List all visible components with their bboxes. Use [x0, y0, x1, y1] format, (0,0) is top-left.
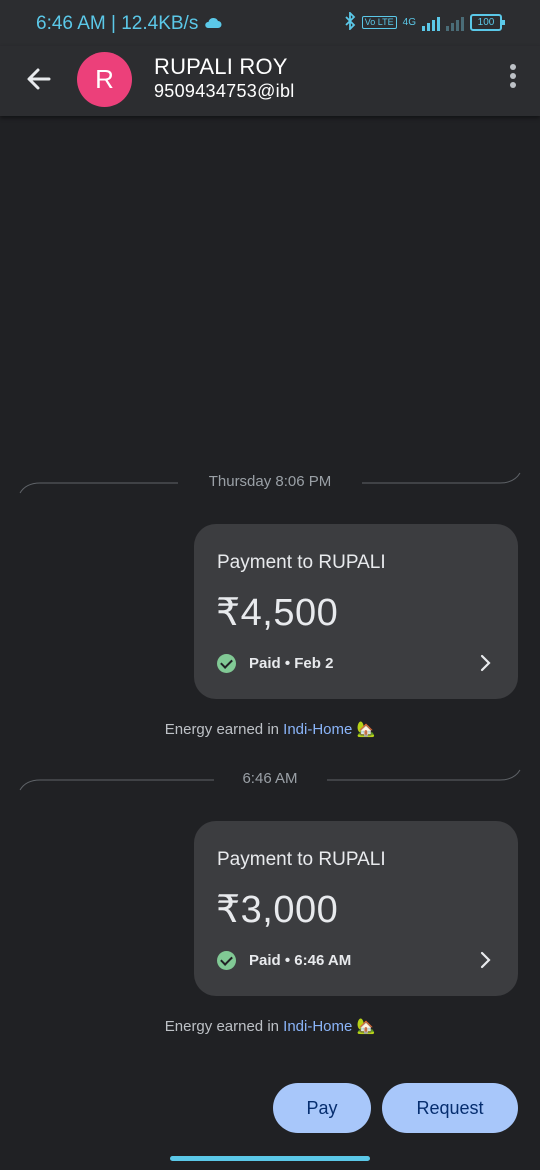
status-time-group: 6:46 AM | 12.4KB/s [36, 13, 222, 35]
energy-link[interactable]: Indi-Home [283, 721, 352, 738]
contact-name[interactable]: RUPALI ROY [154, 54, 288, 80]
check-circle-icon [217, 654, 236, 673]
payment-status-text: Paid • 6:46 AM [249, 952, 352, 969]
payment-status: Paid • Feb 2 [217, 654, 333, 673]
status-net-speed: 12.4KB/s [121, 13, 199, 34]
status-separator: | [111, 13, 122, 34]
date-divider: Thursday 8:06 PM [0, 471, 540, 495]
date-divider-label: Thursday 8:06 PM [208, 473, 332, 490]
app-bar: R RUPALI ROY 9509434753@ibl [0, 46, 540, 116]
status-icons: Vo LTE 4G 100 [344, 10, 505, 33]
payment-amount: ₹3,000 [216, 889, 339, 931]
bluetooth-icon [344, 10, 356, 33]
house-icon: 🏡 [356, 721, 376, 738]
date-divider-label: 6:46 AM [242, 770, 298, 787]
energy-earned-note: Energy earned in Indi-Home 🏡 [0, 1017, 540, 1035]
energy-link[interactable]: Indi-Home [283, 1018, 352, 1035]
payment-status-text: Paid • Feb 2 [249, 655, 334, 672]
signal-icon [422, 15, 440, 31]
energy-prefix: Energy earned in [164, 721, 279, 738]
network-type: 4G [402, 17, 416, 28]
payment-amount: ₹4,500 [216, 592, 339, 634]
battery-icon: 100 [470, 14, 505, 31]
chevron-right-icon[interactable] [476, 951, 494, 969]
house-icon: 🏡 [356, 1018, 376, 1035]
payment-card-title: Payment to RUPALI [217, 849, 386, 870]
date-divider: 6:46 AM [0, 768, 540, 792]
energy-prefix: Energy earned in [164, 1018, 279, 1035]
payment-card-title: Payment to RUPALI [217, 552, 386, 573]
status-bar: 6:46 AM | 12.4KB/s Vo LTE 4G 100 [0, 0, 540, 46]
home-indicator[interactable] [170, 1156, 370, 1161]
signal-icon-secondary [446, 15, 464, 31]
volte-badge: Vo LTE [361, 16, 397, 29]
payment-card[interactable]: Payment to RUPALI ₹4,500 Paid • Feb 2 [194, 524, 518, 699]
status-time: 6:46 AM [36, 13, 106, 34]
avatar[interactable]: R [77, 52, 132, 107]
payment-status: Paid • 6:46 AM [217, 951, 351, 970]
more-vert-icon[interactable] [508, 64, 518, 94]
back-arrow-icon[interactable] [22, 62, 56, 96]
payment-card[interactable]: Payment to RUPALI ₹3,000 Paid • 6:46 AM [194, 821, 518, 996]
chevron-right-icon[interactable] [476, 654, 494, 672]
contact-upi-id: 9509434753@ibl [154, 81, 295, 101]
request-button[interactable]: Request [382, 1083, 518, 1133]
cloud-icon [204, 13, 222, 34]
energy-earned-note: Energy earned in Indi-Home 🏡 [0, 720, 540, 738]
pay-button[interactable]: Pay [273, 1083, 371, 1133]
check-circle-icon [217, 951, 236, 970]
